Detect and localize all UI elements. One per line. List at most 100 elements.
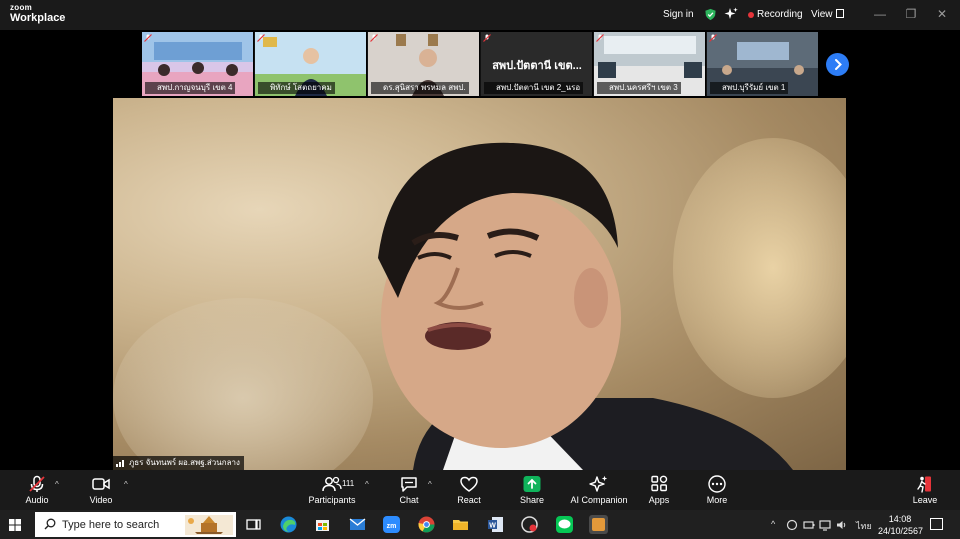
svg-text:W: W <box>489 523 496 530</box>
input-language[interactable]: ไทย <box>856 519 872 533</box>
participant-name: สพป.นครศรีฯ เขต 3 <box>597 82 681 94</box>
active-app-icon[interactable] <box>589 515 608 534</box>
muted-mic-icon <box>370 34 378 42</box>
muted-mic-icon <box>709 34 717 42</box>
notification-icon[interactable] <box>930 518 943 530</box>
ai-sparkle-icon[interactable] <box>724 7 738 21</box>
chat-options-chevron-icon[interactable]: ^ <box>428 480 432 489</box>
muted-mic-icon <box>144 34 152 42</box>
audio-options-chevron-icon[interactable]: ^ <box>55 480 59 489</box>
share-button[interactable]: Share <box>497 472 567 508</box>
participant-thumbnail[interactable]: สพป.นครศรีฯ เขต 3 <box>594 32 706 96</box>
video-button[interactable]: Video <box>66 472 136 508</box>
chat-bubble-icon <box>401 477 417 492</box>
word-icon[interactable]: W <box>486 515 505 534</box>
battery-icon[interactable] <box>803 519 815 531</box>
sign-in-link[interactable]: Sign in <box>663 9 694 20</box>
edge-browser-icon[interactable] <box>279 515 298 534</box>
active-speaker-video: ภูธร จันทนพร์ ผอ.สพฐ.ส่วนกลาง <box>113 98 846 470</box>
taskbar-search-box[interactable]: Type here to search <box>35 512 236 537</box>
more-label: More <box>706 495 728 505</box>
task-view-icon[interactable] <box>244 515 263 534</box>
video-options-chevron-icon[interactable]: ^ <box>124 480 128 489</box>
speaker-name: ภูธร จันทนพร์ ผอ.สพฐ.ส่วนกลาง <box>129 458 240 467</box>
participant-strip: สพป.กาญจนบุรี เขต 4 พิทักษ์ โสตถยาคม ดร.… <box>142 32 819 96</box>
participant-name: พิทักษ์ โสตถยาคม <box>258 82 335 94</box>
logo-line-1: zoom <box>10 3 33 12</box>
participant-name: สพป.บุรีรัมย์ เขต 1 <box>710 82 789 94</box>
participants-label: Participants <box>308 495 356 505</box>
line-app-icon[interactable] <box>555 515 574 534</box>
muted-mic-icon <box>257 34 265 42</box>
video-label: Video <box>89 495 113 505</box>
participant-thumbnail[interactable]: สพป.บุรีรัมย์ เขต 1 <box>707 32 819 96</box>
network-icon[interactable] <box>819 519 831 531</box>
windows-start-icon[interactable] <box>9 519 21 531</box>
logo-line-2: Workplace <box>10 12 66 24</box>
participant-name: ดร.สุนิสรา พรหมล สพป. <box>371 82 469 94</box>
taskbar-clock[interactable]: 14:08 24/10/2567 <box>878 513 924 537</box>
tray-chevron-up-icon[interactable]: ^ <box>771 519 775 529</box>
next-page-button[interactable] <box>826 53 849 76</box>
muted-mic-icon <box>483 34 491 42</box>
participant-thumbnail[interactable]: สพป.ปัตตานี เขต... สพป.ปัตตานี เขต 2_นรอ <box>481 32 593 96</box>
clock-time: 14:08 <box>888 514 912 524</box>
muted-mic-icon <box>29 475 45 492</box>
search-highlight-temple-icon <box>185 515 233 535</box>
clock-date: 24/10/2567 <box>878 526 924 536</box>
tray-app-icon[interactable] <box>786 519 798 531</box>
apps-grid-icon <box>651 475 668 492</box>
participants-options-chevron-icon[interactable]: ^ <box>365 480 369 489</box>
heart-react-icon <box>460 476 478 492</box>
ai-companion-sparkle-icon <box>589 475 608 492</box>
speaker-figure <box>378 142 793 470</box>
participant-name: สพป.ปัตตานี เขต 2_นรอ <box>484 82 584 94</box>
recording-dot-icon <box>748 12 754 18</box>
chrome-browser-icon[interactable] <box>417 515 436 534</box>
search-icon <box>44 518 56 530</box>
more-button[interactable]: More <box>682 472 752 508</box>
zoom-app-icon[interactable]: zm <box>382 515 401 534</box>
signal-bars-icon <box>116 460 124 467</box>
share-label: Share <box>519 495 545 505</box>
react-label: React <box>457 495 481 505</box>
recording-label[interactable]: Recording <box>757 9 803 20</box>
participant-placeholder-name: สพป.ปัตตานี เขต... <box>492 60 582 72</box>
view-button[interactable]: View <box>811 9 833 20</box>
close-button[interactable]: ✕ <box>934 6 950 22</box>
leave-door-icon <box>917 476 931 493</box>
meeting-toolbar: Audio ^ Video ^ Participants ^ Chat ^ Re… <box>0 470 960 510</box>
participant-thumbnail[interactable]: สพป.กาญจนบุรี เขต 4 <box>142 32 254 96</box>
participant-name: สพป.กาญจนบุรี เขต 4 <box>145 82 236 94</box>
snipping-tool-icon[interactable] <box>520 515 539 534</box>
video-camera-icon <box>92 478 110 490</box>
minimize-button[interactable]: — <box>872 6 888 22</box>
shield-icon[interactable] <box>704 8 717 21</box>
react-button[interactable]: React <box>434 472 504 508</box>
volume-icon[interactable] <box>836 519 848 531</box>
svg-text:zm: zm <box>387 523 397 530</box>
participants-count-badge: 111 <box>342 479 355 488</box>
leave-button[interactable]: Leave <box>890 472 960 508</box>
participant-thumbnail[interactable]: พิทักษ์ โสตถยาคม <box>255 32 367 96</box>
muted-mic-icon <box>596 34 604 42</box>
participants-button[interactable]: Participants <box>297 472 367 508</box>
microsoft-store-icon[interactable] <box>313 515 332 534</box>
zoom-logo: zoom Workplace <box>10 4 65 24</box>
file-explorer-icon[interactable] <box>451 515 470 534</box>
mail-icon[interactable] <box>348 515 367 534</box>
search-placeholder: Type here to search <box>62 519 160 531</box>
audio-label: Audio <box>25 495 49 505</box>
share-screen-icon <box>523 476 541 492</box>
participants-icon <box>322 476 342 492</box>
speaker-name-tag: ภูธร จันทนพร์ ผอ.สพฐ.ส่วนกลาง <box>113 456 244 470</box>
audio-button[interactable]: Audio <box>2 472 72 508</box>
participant-thumbnail[interactable]: ดร.สุนิสรา พรหมล สพป. <box>368 32 480 96</box>
restore-button[interactable]: ❐ <box>903 6 919 22</box>
windows-taskbar: Type here to search zm W ^ ไทย 14:08 24/… <box>0 510 960 539</box>
title-bar: zoom Workplace Sign in Recording View — … <box>0 0 960 30</box>
leave-label: Leave <box>912 495 938 505</box>
chevron-right-icon <box>835 59 842 70</box>
view-grid-icon[interactable] <box>836 9 844 18</box>
more-dots-icon <box>708 475 726 493</box>
